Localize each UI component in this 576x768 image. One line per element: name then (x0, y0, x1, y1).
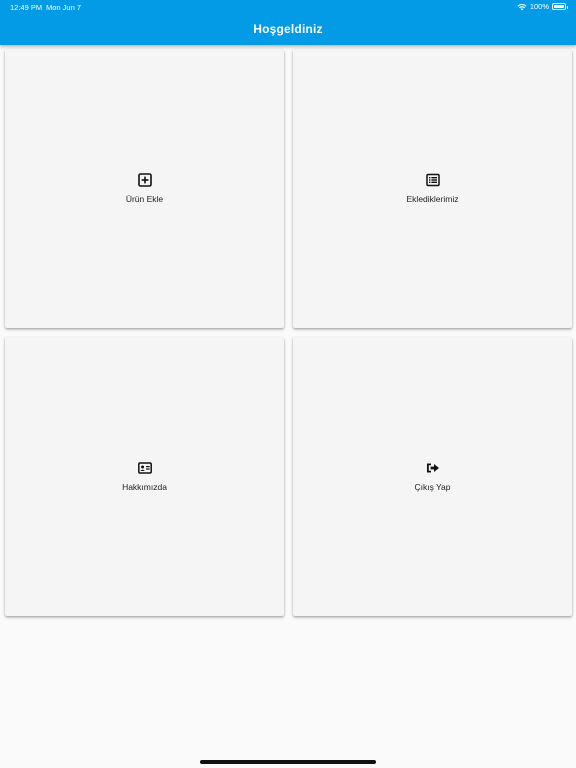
sign-out-label: Çıkış Yap (414, 482, 451, 492)
status-bar: 12:49 PM Mon Jun 7 100% (0, 0, 576, 14)
sign-out-card[interactable]: Çıkış Yap (293, 337, 572, 616)
home-indicator[interactable] (200, 760, 376, 764)
add-box-icon (137, 173, 152, 187)
sign-out-icon (426, 463, 439, 473)
status-right: 100% (517, 2, 568, 11)
about-us-label: Hakkımızda (122, 482, 167, 492)
add-product-card[interactable]: Ürün Ekle (5, 49, 284, 328)
contact-card-icon (137, 462, 152, 474)
page-title: Hoşgeldiniz (253, 22, 323, 36)
status-time: 12:49 PM (10, 3, 43, 12)
wifi-icon (517, 3, 527, 10)
battery-percent: 100% (529, 2, 549, 11)
added-items-label: Eklediklerimiz (406, 194, 459, 204)
status-date: Mon Jun 7 (46, 3, 82, 12)
add-product-label: Ürün Ekle (125, 194, 164, 204)
list-icon (425, 173, 440, 187)
about-us-card[interactable]: Hakkımızda (5, 337, 284, 616)
added-items-card[interactable]: Eklediklerimiz (293, 49, 572, 328)
app-bar: 12:49 PM Mon Jun 7 100% Hoşgeldiniz (0, 0, 576, 45)
battery-icon (552, 3, 568, 10)
